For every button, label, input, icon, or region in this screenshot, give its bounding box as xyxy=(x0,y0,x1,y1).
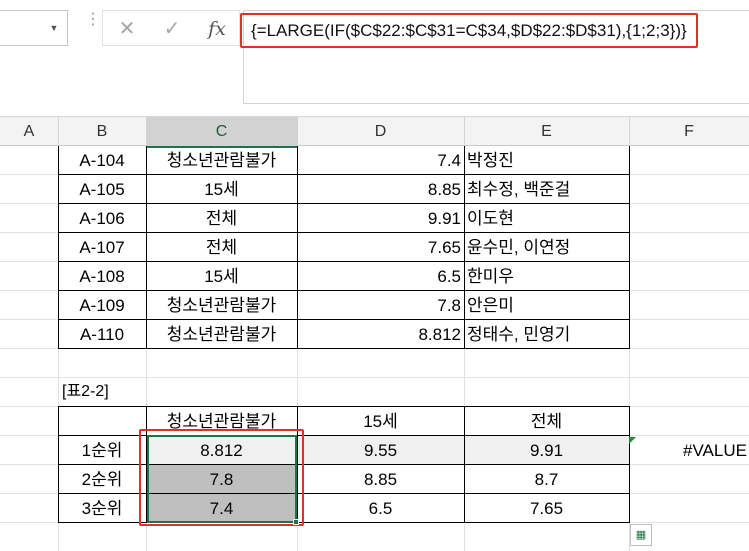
column-header-d[interactable]: D xyxy=(297,117,465,146)
table-cell-rating[interactable]: 청소년관람불가 xyxy=(146,320,297,349)
table2-cell[interactable]: 9.55 xyxy=(297,436,464,465)
error-indicator-icon[interactable] xyxy=(629,437,636,444)
column-header-row: A B C D E F xyxy=(0,116,749,148)
column-header-a[interactable]: A xyxy=(0,117,59,146)
column-header-c[interactable]: C xyxy=(146,117,298,148)
table2-rank[interactable]: 2순위 xyxy=(58,465,146,494)
table2-cell[interactable]: 7.65 xyxy=(464,494,629,523)
table-cell-names[interactable]: 정태수, 민영기 xyxy=(464,320,629,349)
fill-handle[interactable] xyxy=(293,519,299,525)
gridline xyxy=(0,377,749,378)
table-cell-code[interactable]: A-106 xyxy=(58,204,146,233)
formula-buttons: ✕ ✓ fx xyxy=(102,10,240,46)
drag-handle-icon[interactable]: ⋮ xyxy=(85,12,101,37)
error-cell[interactable]: #VALUE xyxy=(683,436,747,465)
table-cell-code[interactable]: A-104 xyxy=(58,146,146,175)
check-icon[interactable]: ✓ xyxy=(158,17,186,41)
table2-rank[interactable]: 1순위 xyxy=(58,436,146,465)
table-cell-score[interactable]: 7.8 xyxy=(297,291,464,320)
column-header-b[interactable]: B xyxy=(58,117,147,146)
table-cell-score[interactable]: 6.5 xyxy=(297,262,464,291)
table-cell-score[interactable]: 7.65 xyxy=(297,233,464,262)
table-cell-code[interactable]: A-105 xyxy=(58,175,146,204)
table-cell-rating[interactable]: 청소년관람불가 xyxy=(146,146,297,175)
highlight-box xyxy=(139,429,304,526)
table-cell-names[interactable]: 윤수민, 이연정 xyxy=(464,233,629,262)
table2-rank[interactable]: 3순위 xyxy=(58,494,146,523)
table-cell-names[interactable]: 이도현 xyxy=(464,204,629,233)
table2-header-15[interactable]: 15세 xyxy=(297,407,464,436)
table-cell-code[interactable]: A-110 xyxy=(58,320,146,349)
table2-label[interactable]: [표2-2] xyxy=(62,381,109,403)
table-cell-score[interactable]: 9.91 xyxy=(297,204,464,233)
quick-analysis-icon[interactable]: ▦ xyxy=(630,524,652,546)
table-cell-names[interactable]: 박정진 xyxy=(464,146,629,175)
table-cell-score[interactable]: 8.812 xyxy=(297,320,464,349)
table-cell-code[interactable]: A-107 xyxy=(58,233,146,262)
chevron-down-icon[interactable]: ▼ xyxy=(48,22,60,34)
table-cell-score[interactable]: 8.85 xyxy=(297,175,464,204)
column-header-f[interactable]: F xyxy=(629,117,749,146)
x-icon[interactable]: ✕ xyxy=(113,17,141,41)
table-cell-names[interactable]: 안은미 xyxy=(464,291,629,320)
table-cell-names[interactable]: 한미우 xyxy=(464,262,629,291)
table2-cell[interactable]: 6.5 xyxy=(297,494,464,523)
table2-header-blank[interactable] xyxy=(58,407,146,436)
table2-header-all[interactable]: 전체 xyxy=(464,407,629,436)
column-header-e[interactable]: E xyxy=(464,117,630,146)
table-cell-code[interactable]: A-108 xyxy=(58,262,146,291)
table2-cell[interactable]: 9.91 xyxy=(464,436,629,465)
table-cell-names[interactable]: 최수정, 백준걸 xyxy=(464,175,629,204)
formula-text[interactable]: {=LARGE(IF($C$22:$C$31=C$34,$D$22:$D$31)… xyxy=(240,13,698,48)
table-cell-rating[interactable]: 15세 xyxy=(146,262,297,291)
table-cell-rating[interactable]: 청소년관람불가 xyxy=(146,291,297,320)
table-cell-rating[interactable]: 전체 xyxy=(146,204,297,233)
table-cell-rating[interactable]: 15세 xyxy=(146,175,297,204)
function-icon[interactable]: fx xyxy=(203,17,231,41)
table2-cell[interactable]: 8.7 xyxy=(464,465,629,494)
table-cell-code[interactable]: A-109 xyxy=(58,291,146,320)
table2-cell[interactable]: 8.85 xyxy=(297,465,464,494)
table-cell-rating[interactable]: 전체 xyxy=(146,233,297,262)
table-cell-score[interactable]: 7.4 xyxy=(297,146,464,175)
